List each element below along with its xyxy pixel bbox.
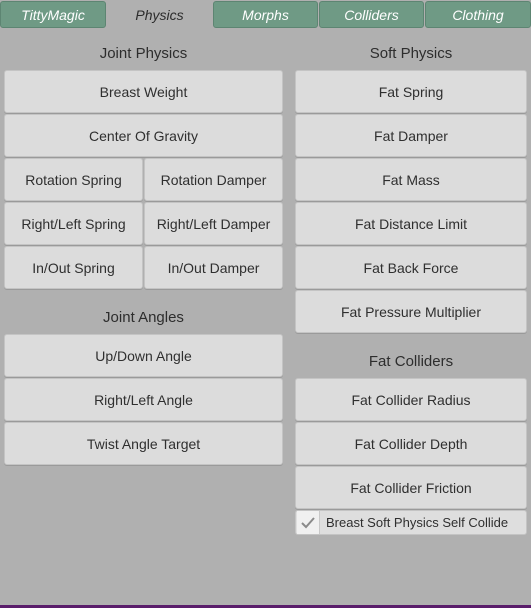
up-down-angle-button[interactable]: Up/Down Angle: [4, 334, 283, 377]
right-left-angle-button[interactable]: Right/Left Angle: [4, 378, 283, 421]
center-of-gravity-button[interactable]: Center Of Gravity: [4, 114, 283, 157]
right-left-damper-button[interactable]: Right/Left Damper: [144, 202, 283, 245]
in-out-damper-button[interactable]: In/Out Damper: [144, 246, 283, 289]
fat-collider-depth-button[interactable]: Fat Collider Depth: [295, 422, 527, 465]
tab-morphs[interactable]: Morphs: [213, 1, 318, 28]
in-out-spring-button[interactable]: In/Out Spring: [4, 246, 143, 289]
self-collide-checkbox[interactable]: [297, 511, 320, 534]
fat-distance-limit-button[interactable]: Fat Distance Limit: [295, 202, 527, 245]
self-collide-toggle[interactable]: Breast Soft Physics Self Collide: [295, 510, 527, 535]
breast-weight-button[interactable]: Breast Weight: [4, 70, 283, 113]
tab-tittymagic[interactable]: TittyMagic: [0, 1, 106, 28]
tab-bar: TittyMagic Physics Morphs Colliders Clot…: [0, 0, 531, 30]
tab-physics[interactable]: Physics: [107, 0, 212, 30]
joint-physics-heading: Joint Physics: [99, 45, 188, 62]
rotation-spring-button[interactable]: Rotation Spring: [4, 158, 143, 201]
fat-spring-button[interactable]: Fat Spring: [295, 70, 527, 113]
self-collide-label: Breast Soft Physics Self Collide: [326, 515, 509, 530]
joint-angles-heading: Joint Angles: [103, 309, 184, 326]
fat-collider-radius-button[interactable]: Fat Collider Radius: [295, 378, 527, 421]
rotation-damper-button[interactable]: Rotation Damper: [144, 158, 283, 201]
fat-mass-button[interactable]: Fat Mass: [295, 158, 527, 201]
tab-colliders[interactable]: Colliders: [319, 1, 424, 28]
twist-angle-target-button[interactable]: Twist Angle Target: [4, 422, 283, 465]
right-left-spring-button[interactable]: Right/Left Spring: [4, 202, 143, 245]
tab-clothing[interactable]: Clothing: [425, 1, 531, 28]
fat-pressure-multiplier-button[interactable]: Fat Pressure Multiplier: [295, 290, 527, 333]
fat-back-force-button[interactable]: Fat Back Force: [295, 246, 527, 289]
fat-colliders-heading: Fat Colliders: [368, 353, 454, 370]
fat-damper-button[interactable]: Fat Damper: [295, 114, 527, 157]
fat-collider-friction-button[interactable]: Fat Collider Friction: [295, 466, 527, 509]
soft-physics-heading: Soft Physics: [369, 45, 453, 62]
checkmark-icon: [301, 516, 315, 528]
